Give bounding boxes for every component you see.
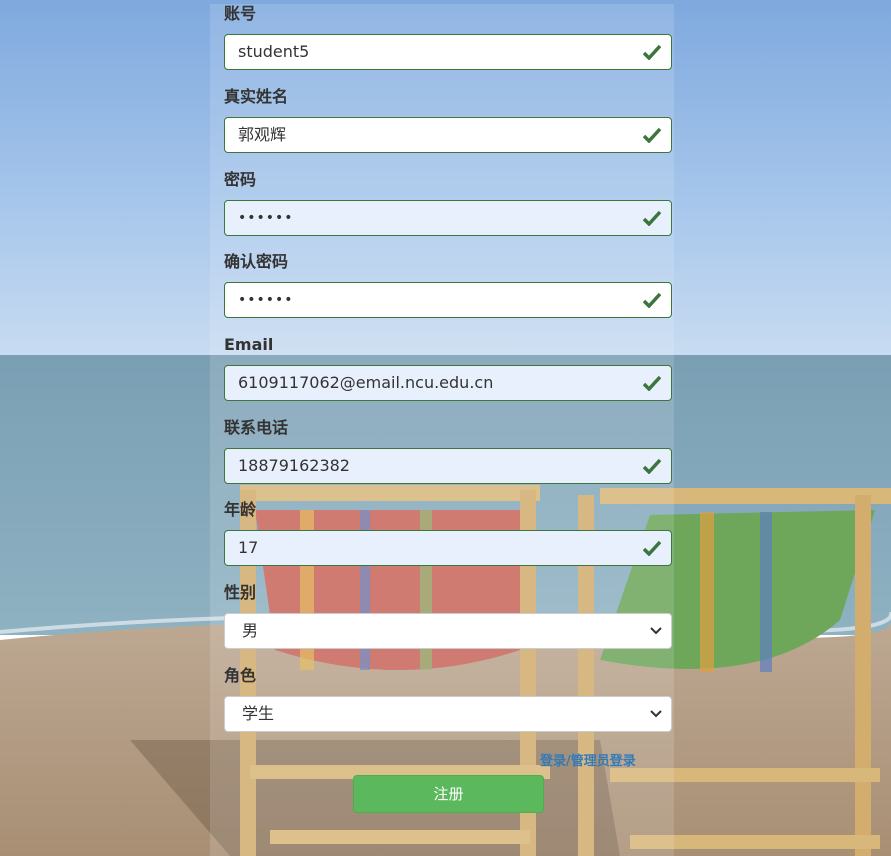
role-select[interactable]: 学生	[224, 696, 672, 732]
account-value: student5	[238, 42, 310, 61]
phone-group: 联系电话 18879162382	[224, 416, 674, 484]
role-label: 角色	[224, 666, 257, 685]
email-label: Email	[224, 335, 274, 354]
check-icon	[643, 210, 661, 226]
gender-label: 性别	[224, 583, 257, 602]
password-group: 密码 ••••••	[224, 168, 674, 236]
age-input[interactable]: 17	[224, 530, 672, 566]
age-value: 17	[238, 538, 259, 557]
phone-label: 联系电话	[224, 418, 289, 437]
check-icon	[643, 44, 661, 60]
gender-group: 性别 男	[224, 581, 674, 649]
age-group: 年龄 17	[224, 498, 674, 566]
account-group: 账号 student5	[224, 2, 674, 70]
gender-value: 男	[242, 621, 259, 640]
password-value: ••••••	[238, 210, 294, 226]
check-icon	[643, 375, 661, 391]
email-group: Email 6109117062@email.ncu.edu.cn	[224, 333, 674, 401]
check-icon	[643, 292, 661, 308]
login-links: 登录/管理员登录	[540, 750, 636, 769]
email-value: 6109117062@email.ncu.edu.cn	[238, 373, 494, 392]
realname-value: 郭观辉	[238, 125, 287, 144]
phone-value: 18879162382	[238, 456, 350, 475]
check-icon	[643, 127, 661, 143]
realname-input[interactable]: 郭观辉	[224, 117, 672, 153]
confirm-password-value: ••••••	[238, 292, 294, 308]
role-group: 角色 学生	[224, 664, 674, 732]
realname-label: 真实姓名	[224, 87, 289, 106]
confirm-password-label: 确认密码	[224, 252, 289, 271]
email-input[interactable]: 6109117062@email.ncu.edu.cn	[224, 365, 672, 401]
register-button[interactable]: 注册	[353, 775, 544, 813]
gender-select[interactable]: 男	[224, 613, 672, 649]
admin-login-link[interactable]: 管理员登录	[571, 754, 636, 769]
account-input[interactable]: student5	[224, 34, 672, 70]
chevron-down-icon	[650, 710, 662, 718]
login-link[interactable]: 登录	[540, 754, 566, 769]
account-label: 账号	[224, 4, 257, 23]
role-value: 学生	[242, 704, 275, 723]
check-icon	[643, 540, 661, 556]
password-input[interactable]: ••••••	[224, 200, 672, 236]
age-label: 年龄	[224, 500, 257, 519]
realname-group: 真实姓名 郭观辉	[224, 85, 674, 153]
chevron-down-icon	[650, 627, 662, 635]
confirm-password-input[interactable]: ••••••	[224, 282, 672, 318]
check-icon	[643, 458, 661, 474]
confirm-password-group: 确认密码 ••••••	[224, 250, 674, 318]
phone-input[interactable]: 18879162382	[224, 448, 672, 484]
password-label: 密码	[224, 170, 257, 189]
